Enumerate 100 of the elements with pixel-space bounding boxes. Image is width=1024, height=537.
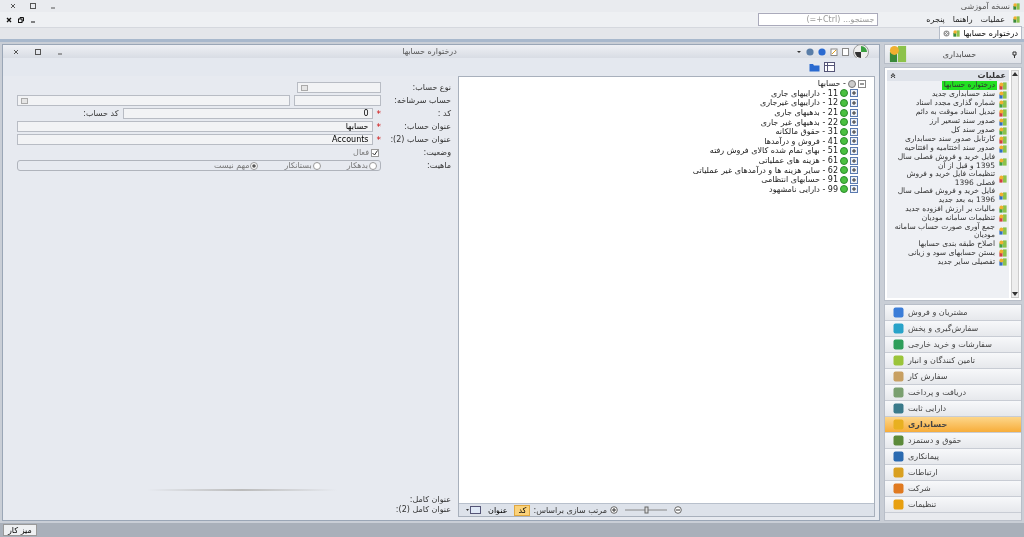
title-field[interactable]: Accounts <box>17 134 373 145</box>
parent-code-field[interactable] <box>293 95 381 106</box>
expand-icon[interactable] <box>850 137 858 146</box>
tree-node[interactable]: 99 - دارایی نامشهود <box>769 184 838 194</box>
module-button[interactable]: حقوق و دستمزد <box>885 433 1021 449</box>
collapse-icon[interactable] <box>890 72 896 79</box>
field-label: حساب سرشاخه: <box>393 96 451 105</box>
document-tab[interactable]: درختواره حسابها <box>939 26 1022 39</box>
tree-node[interactable]: 51 - بهای تمام شده کالای فروش رفته <box>709 146 838 156</box>
zoom-out-icon[interactable] <box>674 506 683 514</box>
required-mark: * <box>376 134 381 145</box>
radio-label: مهم نیست <box>213 161 250 170</box>
expand-icon[interactable] <box>850 156 858 165</box>
expand-icon[interactable] <box>850 127 858 136</box>
layout-dropdown-icon[interactable] <box>465 506 481 514</box>
tree-node[interactable]: 62 - سایر هزینه ها و درآمدهای غیر عملیاتی <box>692 165 838 175</box>
module-button[interactable]: سفارش‌گیری و پخش <box>885 321 1021 337</box>
tree-node[interactable]: 21 - بدهیهای جاری <box>774 108 838 118</box>
tree-node[interactable]: 22 - بدهیهای غیر جاری <box>760 117 838 127</box>
code-field[interactable]: 0 <box>122 108 373 119</box>
field-label: کد حساب: <box>82 109 119 118</box>
desktop-button[interactable]: میز کار <box>3 524 37 536</box>
tree-node[interactable]: 11 - داراییهای جاری <box>770 88 838 98</box>
radio-label: بستانکار <box>284 161 312 170</box>
module-button[interactable]: شرکت <box>885 481 1021 497</box>
sort-option[interactable]: کد <box>514 504 531 516</box>
radio-button[interactable] <box>312 161 321 170</box>
app-logo-icon <box>1013 2 1020 10</box>
menu-item[interactable]: راهنما <box>952 15 973 24</box>
module-button[interactable]: سفارش کار <box>885 369 1021 385</box>
operation-icon <box>999 157 1007 166</box>
expand-icon[interactable] <box>850 108 858 117</box>
tree-node[interactable]: 41 - فروش و درآمدها <box>764 136 838 146</box>
radio-button[interactable] <box>250 161 259 170</box>
search-field[interactable]: جستجو... (Ctrl+=) <box>758 13 879 26</box>
tab-icon <box>953 29 961 37</box>
expand-icon[interactable] <box>850 146 858 155</box>
module-button[interactable]: دریافت و پرداخت <box>885 385 1021 401</box>
field-label: عنوان حساب (2): <box>389 135 451 144</box>
module-button[interactable]: ارتباطات <box>885 465 1021 481</box>
field-label: عنوان کامل (2): <box>395 505 451 514</box>
module-button[interactable]: تامین کنندگان و انبار <box>885 353 1021 369</box>
field-label: عنوان حساب: <box>403 122 451 131</box>
expand-icon[interactable] <box>850 99 858 107</box>
close-icon[interactable] <box>6 16 12 23</box>
field-label: نوع حساب: <box>411 83 451 92</box>
maximize-icon[interactable] <box>35 48 41 55</box>
dropdown-icon[interactable] <box>796 48 802 55</box>
checkbox-label: فعال <box>353 148 369 157</box>
collapse-icon[interactable] <box>858 79 866 88</box>
scroll-down-icon[interactable] <box>1012 292 1018 296</box>
sidebar-title: حسابداری <box>942 49 977 59</box>
tree-node[interactable]: 61 - هزینه های عملیاتی <box>758 156 838 166</box>
sort-option[interactable]: عنوان <box>484 504 512 516</box>
required-mark: * <box>376 108 381 119</box>
required-mark: * <box>376 121 381 132</box>
zoom-in-icon[interactable] <box>610 506 619 514</box>
tree-node[interactable]: 31 - حقوق مالکانه <box>775 127 838 137</box>
field-label: کد : <box>436 109 451 118</box>
close-icon[interactable] <box>13 48 19 55</box>
expand-icon[interactable] <box>850 118 858 127</box>
new-document-icon[interactable] <box>842 47 849 56</box>
module-button[interactable]: پیمانکاری <box>885 449 1021 465</box>
field-label: عنوان کامل: <box>409 495 451 504</box>
restore-icon[interactable] <box>18 16 24 23</box>
module-button[interactable]: حسابداری <box>885 417 1021 433</box>
maximize-icon[interactable] <box>30 3 36 9</box>
module-button[interactable]: دارایی ثابت <box>885 401 1021 417</box>
folder-icon[interactable] <box>809 62 820 72</box>
pin-icon[interactable] <box>1012 50 1017 58</box>
app-logo-icon <box>1013 16 1020 23</box>
expand-icon[interactable] <box>850 166 858 175</box>
module-button[interactable]: سفارشات و خرید خارجی <box>885 337 1021 353</box>
title-field[interactable]: حسابها <box>17 121 373 132</box>
accounting-icon <box>889 45 907 63</box>
close-icon[interactable] <box>10 3 16 9</box>
operation-icon <box>999 191 1007 200</box>
module-button[interactable]: تنظیمات <box>885 497 1021 513</box>
grid-icon[interactable] <box>824 62 835 72</box>
operation-icon <box>999 174 1007 183</box>
tree-node[interactable]: - حسابها <box>817 79 846 89</box>
edit-icon[interactable] <box>830 47 838 56</box>
menu-item[interactable]: عملیات <box>980 15 1005 24</box>
section-title: عملیات <box>977 71 1006 80</box>
scroll-up-icon[interactable] <box>1012 72 1018 76</box>
module-button[interactable]: مشتریان و فروش <box>885 305 1021 321</box>
sort-label: مرتب سازی براساس: <box>533 505 608 515</box>
app-title: نسخه آموزشی <box>960 1 1010 11</box>
expand-icon[interactable] <box>850 175 858 184</box>
checkbox[interactable] <box>371 148 379 157</box>
window-title: درختواره حسابها <box>402 47 457 56</box>
menu-item[interactable]: پنجره <box>926 15 945 24</box>
scrollbar[interactable] <box>1011 70 1019 298</box>
field-label: ماهیت: <box>426 161 451 170</box>
tree-node[interactable]: 12 - داراییهای غیرجاری <box>759 98 838 108</box>
expand-icon[interactable] <box>850 185 858 194</box>
tree-node[interactable]: 91 - حسابهای انتظامی <box>761 175 838 185</box>
radio-button[interactable] <box>369 161 377 170</box>
expand-icon[interactable] <box>850 89 858 98</box>
radio-label: بدهکار <box>346 161 368 170</box>
